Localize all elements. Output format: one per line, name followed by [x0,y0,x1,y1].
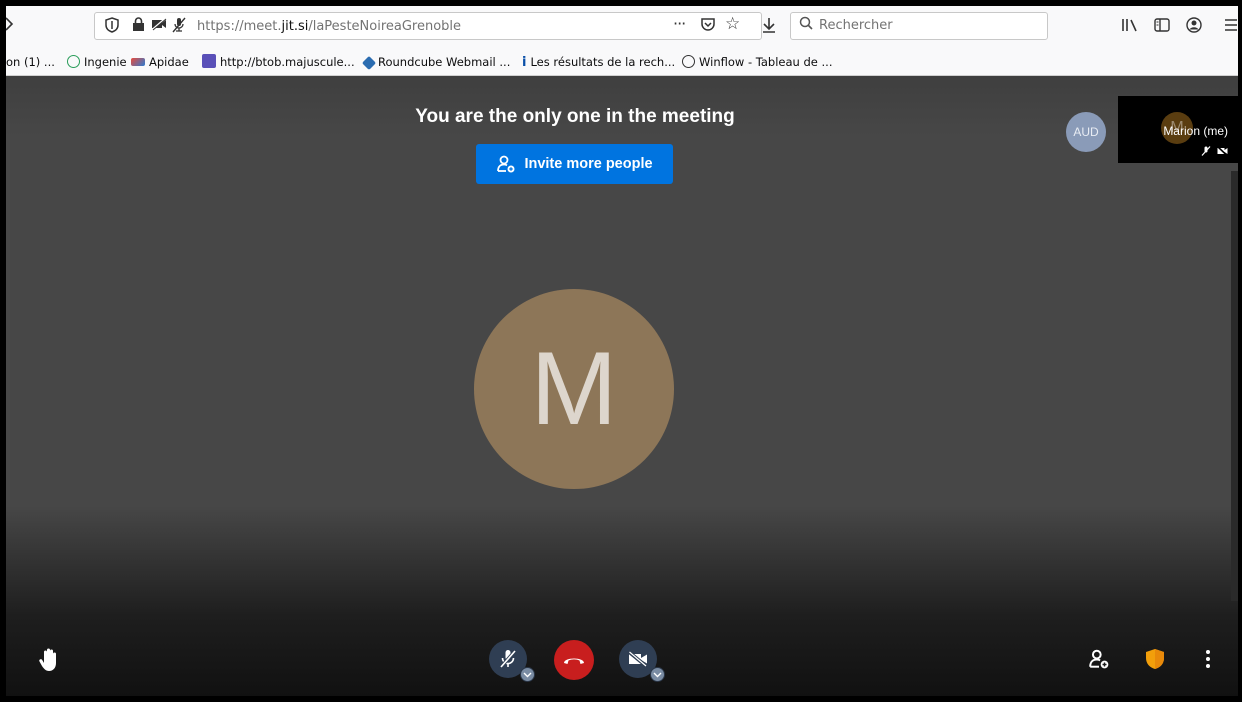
invite-icon [1089,649,1109,669]
chevron-down-icon [523,672,532,677]
search-icon [799,16,813,36]
back-icon[interactable] [6,16,14,37]
invite-toolbar-button[interactable] [1086,646,1112,672]
thumbnail-status-icons [1201,146,1228,156]
mic-settings-arrow[interactable] [520,667,535,682]
search-bar[interactable]: Rechercher [790,12,1048,40]
security-shield-icon [1146,649,1164,669]
remote-participant-avatar[interactable]: AUD [1066,112,1106,152]
mic-toggle-button[interactable] [489,640,535,682]
bookmark-item[interactable]: Ingenie [67,54,127,70]
invite-icon [497,155,515,173]
lock-icon[interactable] [132,17,145,37]
menu-icon[interactable] [1224,17,1238,38]
camera-off-icon [628,651,648,667]
majuscule-icon [202,54,216,68]
only-one-notice: You are the only one in the meeting [415,106,735,127]
bookmark-label: http://btob.majuscule... [220,55,355,69]
local-video-thumbnail[interactable]: M Marion (me) [1118,96,1238,163]
bookmark-label: Les résultats de la rech... [530,55,676,69]
star-icon[interactable]: ☆ [725,15,740,33]
raise-hand-button[interactable] [36,646,64,674]
url-text[interactable]: https://meet.jit.si/laPesteNoireaGrenobl… [197,18,461,36]
bookmarks-bar: on (1) ... Ingenie Apidae http://btob.ma… [6,48,1238,76]
search-placeholder: Rechercher [819,18,893,33]
meeting-stage: You are the only one in the meeting Invi… [6,76,1238,696]
sidebar-icon[interactable] [1154,17,1170,38]
bookmark-item[interactable]: Apidae [131,54,189,70]
fingerprint-icon [67,55,80,68]
hangup-button[interactable] [554,640,594,680]
camera-blocked-icon[interactable] [151,17,167,36]
roundcube-icon [361,55,377,71]
browser-window: https://meet.jit.si/laPesteNoireaGrenobl… [6,6,1238,696]
remote-avatar-label: AUD [1073,125,1099,139]
bookmark-label: Roundcube Webmail ... [378,55,511,69]
filmstrip-scrollbar[interactable] [1231,171,1238,601]
camera-toggle-button[interactable] [619,640,665,682]
globe-icon [682,55,695,68]
pocket-icon[interactable] [700,17,716,37]
bookmark-label: Ingenie [84,55,127,69]
more-icon[interactable]: ··· [673,15,686,33]
raise-hand-icon [39,648,56,671]
camera-off-small-icon [1217,146,1228,156]
url-prefix: https://meet. [197,19,282,34]
security-options-button[interactable] [1142,646,1168,672]
bookmark-label: Apidae [149,55,189,69]
mic-muted-icon [499,649,517,669]
camera-settings-arrow[interactable] [650,667,665,682]
bookmark-label: Winflow - Tableau de ... [699,55,833,69]
mic-blocked-icon[interactable] [172,17,186,38]
account-icon[interactable] [1186,17,1202,38]
bookmark-item[interactable]: on (1) ... [6,54,55,70]
info-icon: i [522,55,527,70]
bookmark-item[interactable]: http://btob.majuscule... [202,54,355,70]
invite-label: Invite more people [524,156,653,172]
browser-toolbar: https://meet.jit.si/laPesteNoireaGrenobl… [6,6,1238,48]
more-vertical-icon [1206,650,1210,668]
hangup-icon [564,658,584,664]
url-bar[interactable]: https://meet.jit.si/laPesteNoireaGrenobl… [94,12,762,40]
url-domain: jit.si [281,19,309,34]
chevron-down-icon [653,672,662,677]
bookmark-label: on (1) ... [6,55,55,69]
library-icon[interactable] [1121,17,1139,38]
apidae-icon [131,58,145,66]
bookmark-item[interactable]: Roundcube Webmail ... [361,54,511,71]
bookmark-item[interactable]: i Les résultats de la rech... [522,54,675,71]
avatar-initial: M [530,330,618,447]
local-participant-name: Marion (me) [1163,124,1228,138]
bookmark-item[interactable]: Winflow - Tableau de ... [682,54,832,70]
url-path: /laPesteNoireaGrenoble [308,19,462,34]
download-icon[interactable] [762,17,776,38]
mic-muted-small-icon [1201,146,1211,156]
more-actions-button[interactable] [1198,646,1218,672]
main-participant-avatar: M [474,289,674,489]
invite-more-people-button[interactable]: Invite more people [476,144,673,184]
shield-icon[interactable] [105,17,119,38]
